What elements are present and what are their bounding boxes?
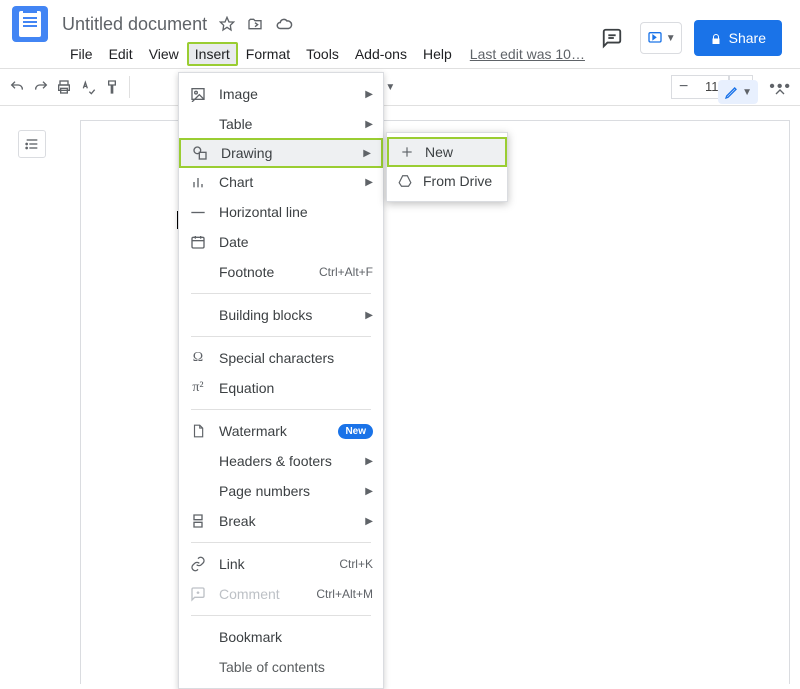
mode-switcher[interactable]: ▼ (718, 80, 758, 104)
chevron-right-icon: ▶ (365, 177, 373, 188)
undo-button[interactable] (8, 76, 26, 98)
insert-page-numbers[interactable]: Page numbers ▶ (179, 476, 383, 506)
link-icon (189, 556, 207, 572)
paint-format-button[interactable] (103, 76, 121, 98)
insert-building-blocks[interactable]: Building blocks ▶ (179, 300, 383, 330)
print-button[interactable] (55, 76, 73, 98)
chart-icon (189, 174, 207, 190)
insert-watermark[interactable]: Watermark New (179, 416, 383, 446)
omega-icon: Ω (189, 350, 207, 366)
insert-chart[interactable]: Chart ▶ (179, 167, 383, 197)
watermark-icon (189, 423, 207, 439)
toolbar: ▼ − 11 + ••• (0, 68, 800, 106)
share-button[interactable]: Share (694, 20, 782, 56)
insert-horizontal-line[interactable]: Horizontal line (179, 197, 383, 227)
insert-table[interactable]: Table ▶ (179, 109, 383, 139)
hide-menus-button[interactable] (772, 84, 788, 100)
drawing-icon (191, 145, 209, 161)
chevron-right-icon: ▶ (365, 516, 373, 527)
chevron-right-icon: ▶ (365, 89, 373, 100)
insert-comment: Comment Ctrl+Alt+M (179, 579, 383, 609)
last-edit-link[interactable]: Last edit was 10… (470, 46, 585, 62)
insert-break[interactable]: Break ▶ (179, 506, 383, 536)
document-outline-button[interactable] (18, 130, 46, 158)
pi-icon: π² (189, 380, 207, 396)
insert-link[interactable]: Link Ctrl+K (179, 549, 383, 579)
horizontal-line-icon (189, 211, 207, 214)
styles-dropdown[interactable]: ▼ (385, 82, 395, 93)
menu-tools[interactable]: Tools (298, 42, 347, 66)
insert-special-characters[interactable]: Ω Special characters (179, 343, 383, 373)
plus-icon (399, 145, 415, 159)
insert-headers-footers[interactable]: Headers & footers ▶ (179, 446, 383, 476)
menu-file[interactable]: File (62, 42, 101, 66)
drive-icon (397, 174, 413, 188)
drawing-from-drive[interactable]: From Drive (387, 166, 507, 196)
image-icon (189, 86, 207, 102)
insert-drawing[interactable]: Drawing ▶ (179, 138, 383, 168)
menu-edit[interactable]: Edit (101, 42, 141, 66)
menu-insert[interactable]: Insert (187, 42, 238, 66)
calendar-icon (189, 234, 207, 250)
font-size-decrease[interactable]: − (671, 75, 695, 99)
insert-bookmark[interactable]: Bookmark (179, 622, 383, 652)
chevron-right-icon: ▶ (365, 456, 373, 467)
document-title[interactable]: Untitled document (62, 14, 207, 35)
chevron-right-icon: ▶ (365, 119, 373, 130)
menu-help[interactable]: Help (415, 42, 460, 66)
open-comments-button[interactable] (596, 22, 628, 54)
drawing-submenu: New From Drive (386, 132, 508, 202)
insert-footnote[interactable]: Footnote Ctrl+Alt+F (179, 257, 383, 287)
lock-icon (710, 33, 721, 44)
chevron-right-icon: ▶ (365, 310, 373, 321)
chevron-right-icon: ▶ (365, 486, 373, 497)
docs-logo[interactable] (12, 6, 48, 42)
insert-equation[interactable]: π² Equation (179, 373, 383, 403)
menu-addons[interactable]: Add-ons (347, 42, 415, 66)
share-button-label: Share (729, 30, 766, 46)
menu-view[interactable]: View (141, 42, 187, 66)
star-icon[interactable] (219, 16, 235, 32)
insert-image[interactable]: Image ▶ (179, 79, 383, 109)
spellcheck-button[interactable] (79, 76, 97, 98)
chevron-right-icon: ▶ (363, 148, 371, 159)
menu-format[interactable]: Format (238, 42, 298, 66)
drawing-new[interactable]: New (387, 137, 507, 167)
cloud-status-icon[interactable] (275, 15, 293, 33)
insert-date[interactable]: Date (179, 227, 383, 257)
drawing-from-drive-label: From Drive (423, 173, 492, 189)
present-button[interactable]: ▼ (640, 22, 682, 54)
insert-toc[interactable]: Table of contents (179, 652, 383, 682)
new-badge: New (338, 424, 373, 439)
drawing-new-label: New (425, 144, 453, 160)
comment-icon (189, 586, 207, 602)
move-icon[interactable] (247, 16, 263, 32)
redo-button[interactable] (32, 76, 50, 98)
break-icon (189, 513, 207, 529)
insert-menu-dropdown: Image ▶ Table ▶ Drawing ▶ Chart ▶ Horizo… (178, 72, 384, 689)
